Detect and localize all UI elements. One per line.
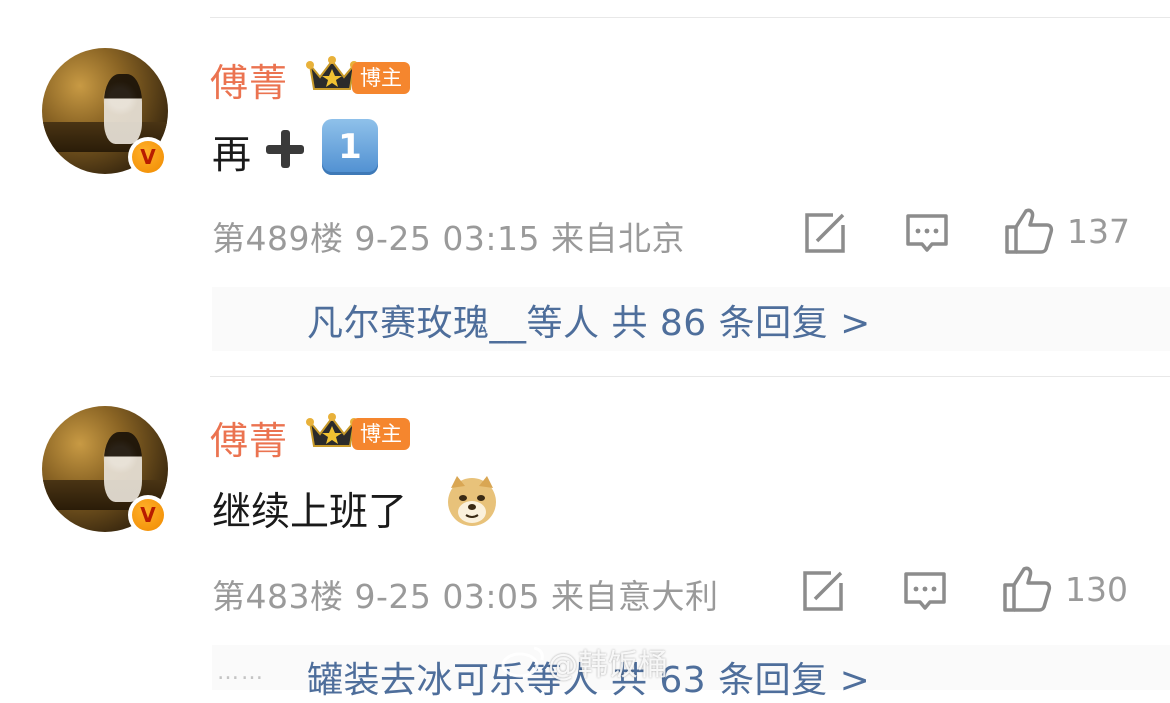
like-count: 130 (1065, 570, 1128, 609)
verified-badge-icon: V (128, 495, 168, 535)
comment-divider (210, 376, 1170, 377)
blogger-tag: 博主 (352, 418, 410, 450)
heavy-plus-emoji (264, 128, 306, 170)
reply-ellipsis: …… (217, 660, 265, 685)
comment-icon[interactable] (903, 571, 947, 613)
keycap-1-emoji: 1 (322, 119, 378, 175)
comment-meta: 第489楼 9-25 03:15 来自北京 (212, 219, 685, 258)
watermark-text: @韩饭桶 (548, 648, 668, 683)
doge-emoji (448, 476, 496, 526)
blogger-tag: 博主 (352, 62, 410, 94)
like-icon[interactable] (1004, 207, 1054, 255)
like-count: 137 (1067, 212, 1130, 251)
repost-icon[interactable] (803, 211, 847, 255)
crown-icon (306, 56, 358, 90)
author-name[interactable]: 傅菁 (210, 410, 288, 465)
author-name[interactable]: 傅菁 (210, 52, 288, 107)
weibo-logo-icon (501, 646, 544, 678)
comment-icon[interactable] (905, 213, 949, 255)
crown-icon (306, 413, 358, 447)
comment-text: 继续上班了 (212, 490, 408, 535)
like-icon[interactable] (1002, 565, 1052, 613)
verified-badge-icon: V (128, 137, 168, 177)
comment-text: 再 (212, 133, 252, 178)
top-divider (210, 17, 1170, 18)
repost-icon[interactable] (801, 569, 845, 613)
comment-meta: 第483楼 9-25 03:05 来自意大利 (212, 577, 719, 616)
reply-summary-link[interactable]: 凡尔赛玫瑰__等人 共 86 条回复 > (307, 294, 871, 346)
